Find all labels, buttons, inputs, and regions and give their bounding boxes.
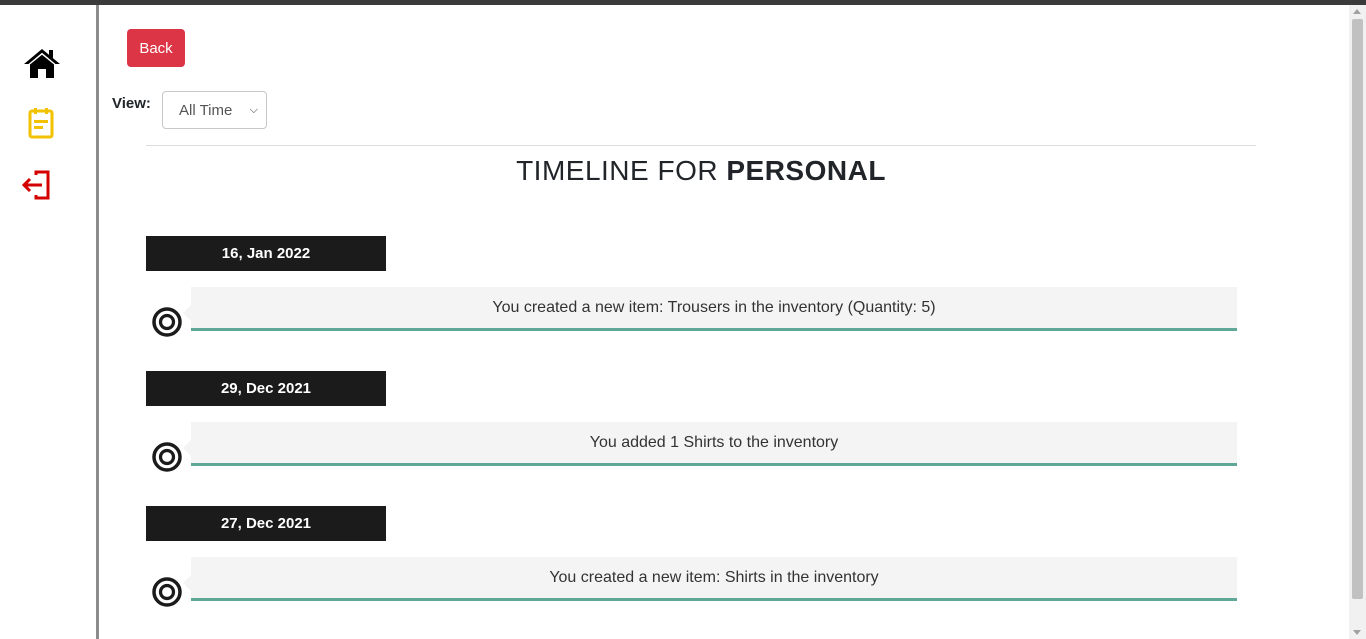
sidebar (0, 5, 99, 639)
view-select-value: All Time (179, 101, 233, 119)
main-content: Back View: All Time ⌵ TIMELINE FOR PERSO… (99, 5, 1349, 639)
chevron-down-icon: ⌵ (249, 103, 258, 116)
page-title-prefix: TIMELINE FOR (516, 155, 727, 186)
scrollbar-thumb[interactable] (1352, 19, 1363, 599)
timeline-event: You added 1 Shirts to the inventory (183, 422, 1237, 466)
timeline-event: You created a new item: Shirts in the in… (183, 557, 1237, 601)
target-icon (151, 441, 183, 473)
target-icon (151, 306, 183, 338)
home-icon[interactable] (22, 45, 62, 81)
view-select[interactable]: All Time ⌵ (162, 91, 267, 129)
timeline-date: 29, Dec 2021 (146, 371, 386, 406)
scroll-down-icon[interactable] (1353, 630, 1361, 635)
page-title: TIMELINE FOR PERSONAL (146, 155, 1256, 187)
scroll-up-icon[interactable] (1353, 9, 1361, 14)
vertical-scrollbar[interactable] (1349, 5, 1366, 639)
page-title-emphasis: PERSONAL (726, 155, 886, 186)
notepad-icon[interactable] (22, 107, 62, 143)
target-icon (151, 576, 183, 608)
view-label: View: (112, 95, 151, 112)
timeline-event: You created a new item: Trousers in the … (183, 287, 1237, 331)
timeline-date: 27, Dec 2021 (146, 506, 386, 541)
logout-icon[interactable] (22, 168, 62, 204)
back-button[interactable]: Back (127, 29, 185, 67)
timeline-date: 16, Jan 2022 (146, 236, 386, 271)
divider (146, 145, 1256, 146)
